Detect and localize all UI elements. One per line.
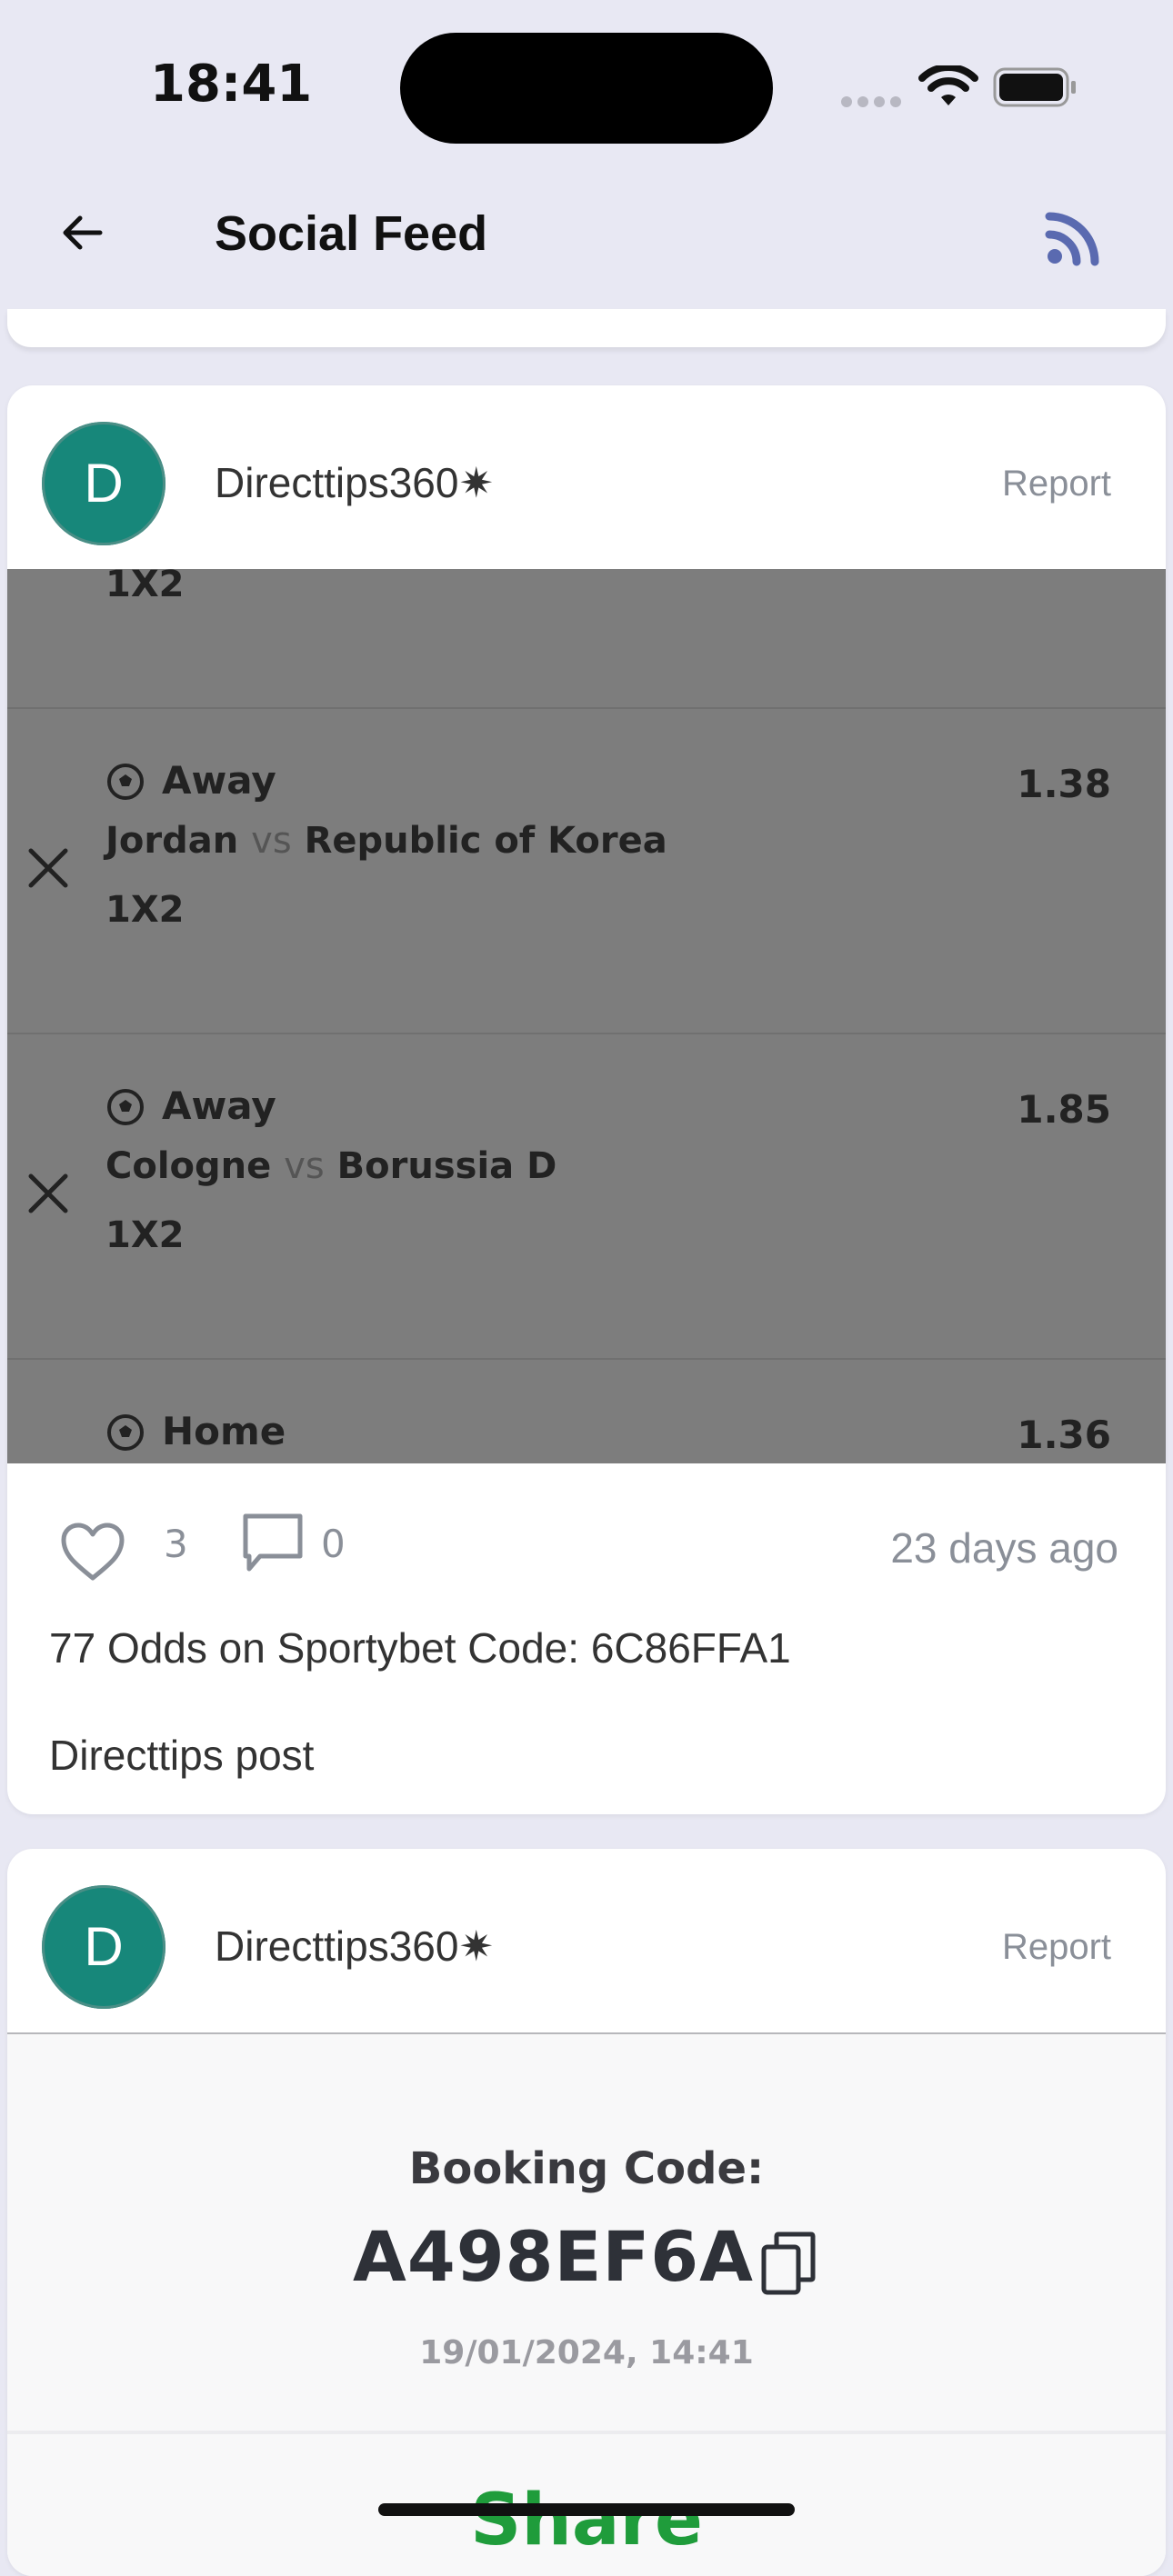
comment-count: 0: [321, 1522, 346, 1566]
avatar[interactable]: D: [42, 422, 165, 545]
post-actions: 3 0 23 days ago 77 Odds on Sportybet Cod…: [7, 1463, 1166, 1814]
bet-row: Away 1.85 Cologne vs Borussia D 1X2: [7, 1033, 1166, 1358]
bet-market: 1X2: [105, 569, 185, 605]
dynamic-island: [400, 33, 773, 144]
home-team: Jordan: [105, 820, 239, 862]
arrow-left-icon[interactable]: [56, 207, 107, 262]
post-username[interactable]: Directtips360✷: [215, 1922, 494, 1971]
bet-odds: 1.85: [1017, 1087, 1111, 1132]
heart-icon[interactable]: [58, 1520, 127, 1587]
soccer-ball-icon: [105, 1413, 145, 1456]
status-time: 18:41: [150, 55, 313, 114]
bet-pick: Away: [162, 758, 276, 803]
share-button[interactable]: Share: [7, 2480, 1166, 2561]
post-card: D Directtips360✷ Report 1X2 Away 1.38 Jo…: [7, 385, 1166, 1814]
bet-pick: Home: [162, 1409, 286, 1453]
cellular-signal-icon: [841, 94, 907, 111]
post-type-label: Directtips post: [49, 1732, 315, 1779]
post-card: D Directtips360✷ Report Booking Code: A4…: [7, 1849, 1166, 2576]
report-button[interactable]: Report: [1002, 464, 1111, 504]
avatar[interactable]: D: [42, 1885, 165, 2009]
vs-label: vs: [251, 820, 292, 862]
home-team: Cologne: [105, 1145, 272, 1187]
bet-market: 1X2: [105, 889, 185, 931]
soccer-ball-icon: [105, 762, 145, 805]
like-count: 3: [164, 1522, 188, 1566]
away-team: Republic of Korea: [304, 820, 667, 862]
status-bar: 18:41: [0, 0, 1173, 173]
vs-label: vs: [284, 1145, 325, 1187]
away-team: Borussia D: [336, 1145, 557, 1187]
previous-post-card: [7, 309, 1166, 347]
booking-date: 19/01/2024, 14:41: [419, 2334, 754, 2371]
booking-code-panel: Booking Code: A498EF6A 19/01/2024, 14:41…: [7, 2032, 1166, 2576]
divider: [7, 2431, 1166, 2434]
booking-code: A498EF6A: [353, 2216, 754, 2297]
booking-code-label: Booking Code:: [408, 2143, 765, 2194]
bet-odds: 1.38: [1017, 762, 1111, 806]
bet-market: 1X2: [105, 1214, 185, 1256]
report-button[interactable]: Report: [1002, 1927, 1111, 1968]
copy-icon[interactable]: [758, 2229, 818, 2301]
rss-icon[interactable]: [1044, 211, 1100, 271]
post-caption: 77 Odds on Sportybet Code: 6C86FFA1: [49, 1624, 791, 1672]
bet-row: Away 1.38 Jordan vs Republic of Korea 1X…: [7, 707, 1166, 1033]
close-icon[interactable]: [25, 845, 71, 894]
battery-icon: [993, 67, 1078, 111]
home-indicator[interactable]: [378, 2503, 795, 2516]
post-timestamp: 23 days ago: [890, 1524, 1118, 1572]
comment-icon[interactable]: [240, 1511, 306, 1580]
page-title: Social Feed: [215, 206, 488, 261]
bet-pick: Away: [162, 1083, 276, 1128]
bet-slip-list[interactable]: 1X2 Away 1.38 Jordan vs Republic of Kore…: [7, 569, 1166, 1463]
bet-row: Home 1.36: [7, 1358, 1166, 1463]
soccer-ball-icon: [105, 1087, 145, 1131]
wifi-icon: [918, 64, 978, 111]
bet-odds: 1.36: [1017, 1413, 1111, 1457]
bet-teams: Cologne vs Borussia D: [105, 1145, 556, 1187]
post-username[interactable]: Directtips360✷: [215, 458, 494, 507]
bet-teams: Jordan vs Republic of Korea: [105, 820, 667, 862]
close-icon[interactable]: [25, 1171, 71, 1220]
